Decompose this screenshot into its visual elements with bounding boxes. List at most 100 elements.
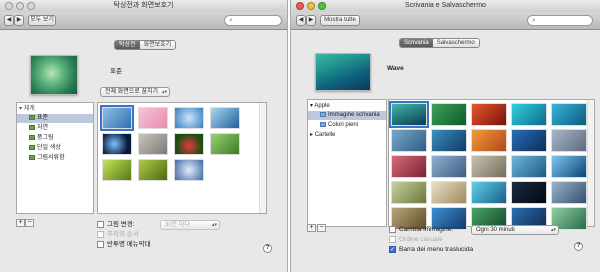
wallpaper-thumbnail[interactable] <box>138 159 168 181</box>
position-select[interactable]: 전체 화면으로 꿈치기 ▴▾ <box>100 87 170 97</box>
wallpaper-thumbnail[interactable] <box>471 155 507 178</box>
tree-group-system[interactable]: ▾ 체계 <box>17 105 93 114</box>
tree-item-standard[interactable]: 표준 <box>17 114 93 123</box>
window-titlebar: Scrivania e Salvaschermo <box>291 0 600 12</box>
segmented-tabs: Scrivania Salvaschermo <box>399 38 480 48</box>
tree-item-solid-colors[interactable]: Colori pieni <box>308 121 386 130</box>
checkbox-box[interactable] <box>389 236 396 243</box>
wallpaper-thumbnail[interactable] <box>511 103 547 126</box>
add-folder-button[interactable]: + <box>16 219 25 227</box>
current-wallpaper-name: Wave <box>387 65 404 72</box>
wallpaper-thumbnail[interactable] <box>431 103 467 126</box>
wallpaper-thumbnail[interactable] <box>389 101 429 128</box>
wallpaper-thumbnail[interactable] <box>551 129 587 152</box>
segmented-tabs: 탁상전 화면보호기 <box>114 40 177 50</box>
current-wallpaper-name: 표준 <box>110 68 122 75</box>
wallpaper-thumbnail[interactable] <box>391 155 427 178</box>
window-titlebar: 탁상전과 화면보호기 <box>0 0 287 12</box>
tree-item-solid-colors[interactable]: 단일 색상 <box>17 144 93 153</box>
add-folder-button[interactable]: + <box>307 224 316 232</box>
tree-item-plants[interactable]: 풍그림 <box>17 134 93 143</box>
italian-desktop-window: Scrivania e Salvaschermo ◀ ▶ Mostra tutt… <box>290 0 600 272</box>
vertical-scrollbar[interactable] <box>259 103 266 213</box>
remove-folder-button[interactable]: − <box>317 224 326 232</box>
folder-icon <box>29 154 35 160</box>
zoom-button[interactable] <box>27 2 35 10</box>
wallpaper-thumbnail[interactable] <box>511 181 547 204</box>
wallpaper-thumbnail[interactable] <box>431 181 467 204</box>
back-button[interactable]: ◀ <box>4 15 14 26</box>
minimize-button[interactable] <box>307 2 315 10</box>
minimize-button[interactable] <box>16 2 24 10</box>
wallpaper-grid-pane <box>388 99 595 230</box>
random-order-checkbox[interactable]: 무작위 순서 <box>97 231 139 239</box>
wallpaper-thumbnail[interactable] <box>471 181 507 204</box>
window-controls <box>5 2 35 10</box>
forward-button[interactable]: ▶ <box>14 15 24 26</box>
translucent-menu-checkbox[interactable]: 반투명 메뉴막대 <box>97 241 151 249</box>
wallpaper-thumbnail[interactable] <box>551 181 587 204</box>
change-picture-checkbox[interactable]: 그림 변경: <box>97 221 135 229</box>
wallpaper-thumbnail[interactable] <box>210 107 240 129</box>
current-wallpaper-preview <box>315 53 371 91</box>
forward-button[interactable]: ▶ <box>306 15 316 26</box>
zoom-button[interactable] <box>318 2 326 10</box>
folder-icon <box>29 124 35 130</box>
window-controls <box>296 2 326 10</box>
checkbox-box[interactable] <box>389 226 396 233</box>
tree-item-pictures[interactable]: 그림서류함 <box>17 154 93 163</box>
folder-icon <box>29 114 35 120</box>
wallpaper-thumbnail[interactable] <box>471 129 507 152</box>
tab-desktop[interactable]: 탁상전 <box>115 41 140 49</box>
remove-folder-button[interactable]: − <box>25 219 34 227</box>
wallpaper-thumbnail[interactable] <box>100 105 134 131</box>
wallpaper-thumbnail[interactable] <box>391 181 427 204</box>
show-all-button[interactable]: Mostra tutte <box>320 15 360 26</box>
wallpaper-thumbnail[interactable] <box>431 155 467 178</box>
search-field[interactable]: ⌕ <box>224 15 282 26</box>
tab-screensaver[interactable]: Salvaschermo <box>432 39 479 47</box>
close-button[interactable] <box>5 2 13 10</box>
checkbox-box[interactable] <box>97 221 104 228</box>
source-list: ▾ 체계 표준 자연 풍그림 단일 색상 그림서류함 <box>16 102 94 214</box>
checkbox-box[interactable] <box>97 231 104 238</box>
vertical-scrollbar[interactable] <box>587 100 594 226</box>
search-field[interactable]: ⌕ <box>527 15 593 26</box>
wallpaper-thumbnail[interactable] <box>174 159 204 181</box>
tab-screensaver[interactable]: 화면보호기 <box>139 41 176 49</box>
change-interval-select[interactable]: 30분 마다 ▴▾ <box>160 220 220 230</box>
random-order-checkbox[interactable]: Ordine casuale <box>389 236 443 244</box>
checkbox-box[interactable] <box>97 241 104 248</box>
tree-group-apple[interactable]: ▾ Apple <box>308 102 386 111</box>
wallpaper-thumbnail[interactable] <box>511 129 547 152</box>
wallpaper-grid <box>389 101 587 230</box>
wallpaper-thumbnail[interactable] <box>511 155 547 178</box>
folder-icon <box>29 144 35 150</box>
show-all-button[interactable]: 모두 보기 <box>28 15 56 26</box>
change-interval-select[interactable]: Ogni 30 minuti ▴▾ <box>471 225 559 235</box>
wallpaper-thumbnail[interactable] <box>174 107 204 129</box>
wallpaper-thumbnail[interactable] <box>431 129 467 152</box>
close-button[interactable] <box>296 2 304 10</box>
wallpaper-thumbnail[interactable] <box>174 133 204 155</box>
preferences-content: Scrivania Salvaschermo Wave ▾ Apple Imma… <box>291 31 600 272</box>
change-picture-checkbox[interactable]: Cambia immagine: <box>389 226 453 234</box>
tab-desktop[interactable]: Scrivania <box>400 39 433 47</box>
wallpaper-thumbnail[interactable] <box>210 133 240 155</box>
wallpaper-thumbnail[interactable] <box>138 107 168 129</box>
tree-item-nature[interactable]: 자연 <box>17 124 93 133</box>
help-button[interactable]: ? <box>263 244 272 253</box>
wallpaper-thumbnail[interactable] <box>102 159 132 181</box>
checkbox-box[interactable]: ✓ <box>389 246 396 253</box>
wallpaper-thumbnail[interactable] <box>102 133 132 155</box>
wallpaper-thumbnail[interactable] <box>471 103 507 126</box>
back-button[interactable]: ◀ <box>296 15 306 26</box>
wallpaper-thumbnail[interactable] <box>138 133 168 155</box>
tree-group-folders[interactable]: ▸ Cartelle <box>308 131 386 140</box>
translucent-menu-checkbox[interactable]: ✓ Barra dei menu traslucida <box>389 246 473 254</box>
wallpaper-thumbnail[interactable] <box>551 155 587 178</box>
tree-item-desktop-pictures[interactable]: Immagine scrivania <box>308 111 386 120</box>
help-button[interactable]: ? <box>574 242 583 251</box>
wallpaper-thumbnail[interactable] <box>551 103 587 126</box>
wallpaper-thumbnail[interactable] <box>391 129 427 152</box>
